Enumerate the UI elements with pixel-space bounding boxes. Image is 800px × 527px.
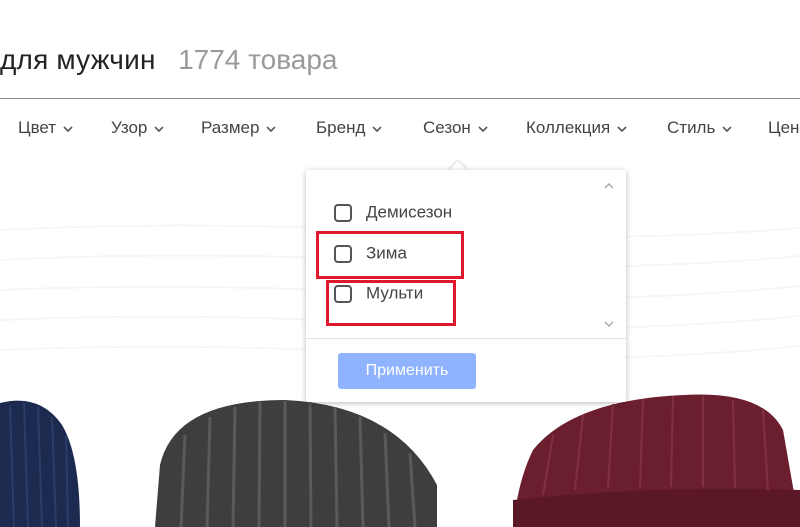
dropdown-scrollbar[interactable]: [600, 176, 618, 336]
highlight-box-winter: [316, 231, 464, 279]
filter-collection-label: Коллекция: [526, 118, 611, 137]
filter-color[interactable]: Цвет: [18, 118, 74, 138]
product-image-burgundy-beanie[interactable]: [513, 390, 800, 527]
highlight-box-multi: [326, 280, 456, 326]
checkbox-demi-season[interactable]: [334, 203, 352, 222]
filter-collection[interactable]: Коллекция: [526, 118, 628, 138]
product-count: 1774 товара: [178, 44, 338, 75]
option-demi-season[interactable]: Демисезон: [334, 202, 452, 226]
option-demi-season-label: Демисезон: [366, 202, 453, 222]
filter-pattern-label: Узор: [111, 118, 148, 137]
filter-pattern[interactable]: Узор: [111, 118, 165, 138]
filter-season-label: Сезон: [423, 118, 471, 137]
product-image-navy-beanie[interactable]: [0, 395, 82, 527]
filter-brand-label: Бренд: [316, 118, 366, 137]
filter-price[interactable]: Цен: [768, 118, 799, 138]
chevron-down-icon: [616, 124, 628, 134]
chevron-down-icon: [477, 124, 489, 134]
beanie-image: [155, 400, 437, 527]
header-divider: [0, 98, 800, 99]
filter-season[interactable]: Сезон: [423, 118, 489, 138]
dropdown-divider: [306, 338, 626, 339]
filter-bar: Цвет Узор Размер Бренд Сезон Коллекция С…: [0, 118, 800, 148]
page-title: для мужчин: [0, 44, 156, 75]
filter-price-label: Цен: [768, 118, 800, 137]
filter-style[interactable]: Стиль: [667, 118, 733, 138]
apply-button[interactable]: Применить: [338, 353, 476, 389]
chevron-down-icon: [62, 124, 74, 134]
scroll-down-icon[interactable]: [604, 320, 614, 328]
filter-style-label: Стиль: [667, 118, 716, 137]
page-title-row: для мужчин 1774 товара: [0, 44, 338, 84]
chevron-down-icon: [265, 124, 277, 134]
filter-brand[interactable]: Бренд: [316, 118, 383, 138]
scroll-up-icon[interactable]: [604, 182, 614, 190]
product-image-gray-beanie[interactable]: [155, 395, 445, 527]
chevron-down-icon: [721, 124, 733, 134]
filter-color-label: Цвет: [18, 118, 57, 137]
filter-size[interactable]: Размер: [201, 118, 277, 138]
chevron-down-icon: [153, 124, 165, 134]
filter-size-label: Размер: [201, 118, 260, 137]
chevron-down-icon: [371, 124, 383, 134]
